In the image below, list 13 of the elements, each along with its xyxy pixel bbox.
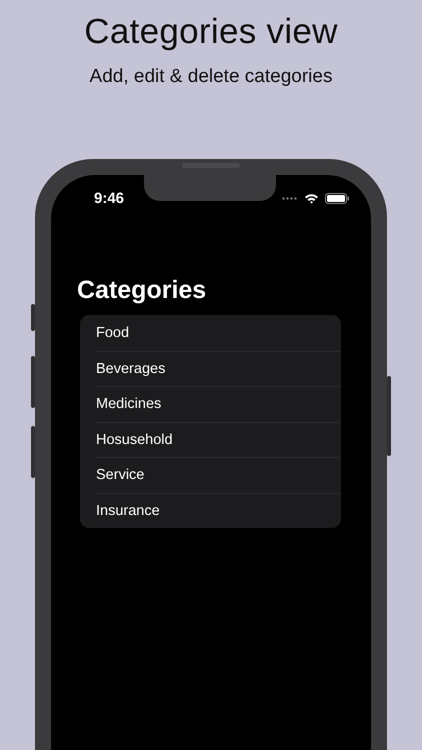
category-item[interactable]: Beverages xyxy=(96,350,341,386)
battery-icon xyxy=(325,192,349,204)
status-time: 9:46 xyxy=(94,190,124,206)
category-item[interactable]: Service xyxy=(96,457,341,492)
signal-icon xyxy=(282,196,298,200)
screen-title: Categories xyxy=(77,276,208,305)
headline: Categories view xyxy=(84,12,338,52)
subheadline: Add, edit & delete categories xyxy=(90,66,332,88)
category-item[interactable]: Food xyxy=(96,315,341,350)
category-item[interactable]: Medicines xyxy=(96,386,341,422)
wifi-icon xyxy=(304,192,319,204)
category-item[interactable]: Hosusehold xyxy=(96,422,341,457)
category-item[interactable]: Insurance xyxy=(96,492,341,528)
